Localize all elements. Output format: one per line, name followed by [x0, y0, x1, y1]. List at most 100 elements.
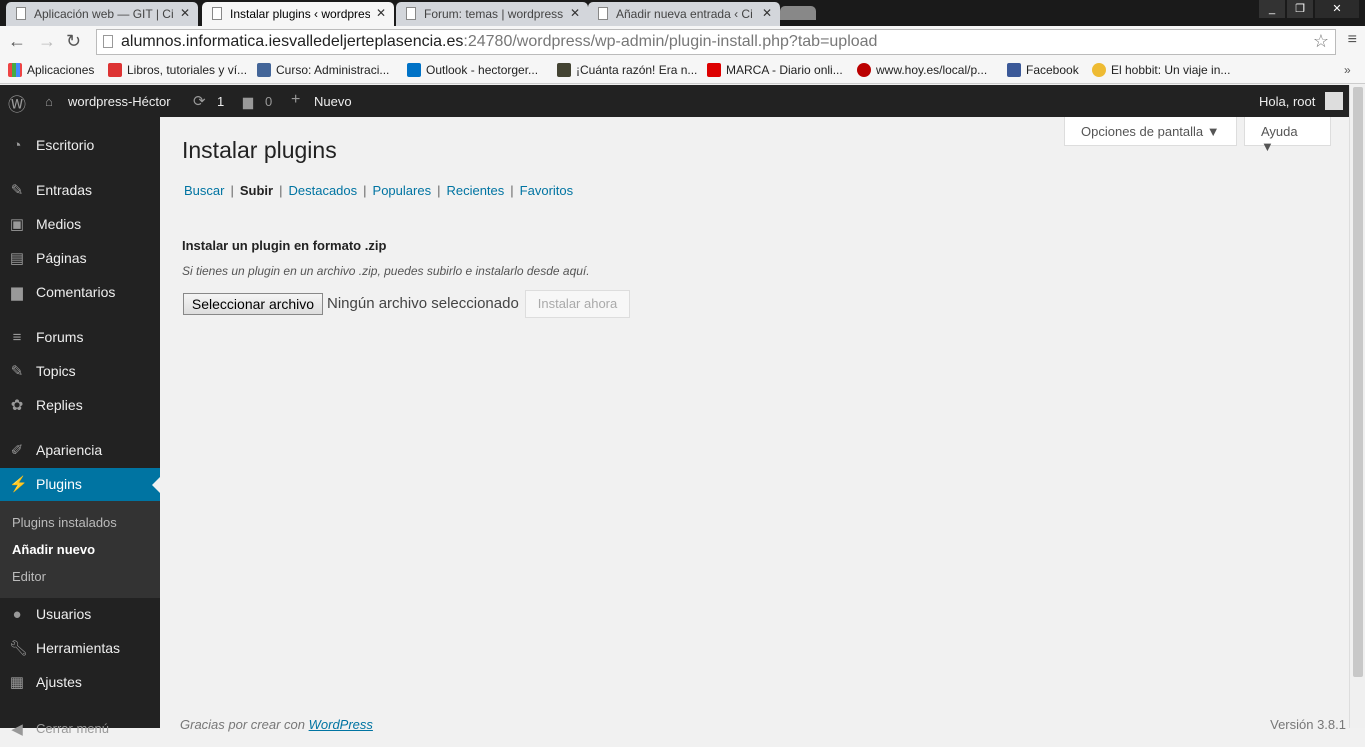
sidebar-item-plugins[interactable]: ⚡ Plugins [0, 468, 160, 502]
bookmarks-bar: Aplicaciones Libros, tutoriales y ví... … [0, 58, 1365, 84]
more-bookmarks-icon[interactable]: » [1344, 63, 1351, 77]
footer-version: Versión 3.8.1 [1270, 717, 1346, 732]
plugins-submenu: Plugins instalados Añadir nuevo Editor [0, 501, 160, 598]
reload-icon[interactable]: ↻ [66, 31, 81, 52]
minimize-icon[interactable]: _ [1259, 0, 1285, 18]
plugin-icon: ⚡ [9, 476, 28, 493]
forward-icon[interactable]: → [38, 31, 56, 52]
collapse-menu-button[interactable]: ◀ Cerrar menú [0, 713, 160, 747]
close-tab-icon[interactable]: ✕ [762, 6, 772, 20]
media-icon: ▣ [9, 216, 25, 233]
close-window-icon[interactable]: ✕ [1315, 0, 1359, 18]
users-icon: ● [12, 606, 22, 623]
sidebar-item-comentarios[interactable]: ▆ Comentarios [0, 276, 160, 310]
tab-buscar[interactable]: Buscar [184, 183, 224, 198]
forums-icon: ≡ [12, 329, 22, 346]
wrench-icon: 🔧︎ [9, 640, 29, 657]
sidebar-item-herramientas[interactable]: 🔧︎ Herramientas [0, 632, 160, 666]
upload-heading: Instalar un plugin en formato .zip [182, 238, 387, 253]
install-now-button[interactable]: Instalar ahora [525, 290, 630, 318]
screen-options-button[interactable]: Opciones de pantalla ▼ [1064, 117, 1237, 146]
tab-favoritos[interactable]: Favoritos [520, 183, 573, 198]
restore-icon[interactable]: ❐ [1287, 0, 1313, 18]
sidebar-item-ajustes[interactable]: ▦ Ajustes [0, 666, 160, 700]
site-name-link[interactable]: wordpress-Héctor [68, 94, 171, 109]
account-link[interactable]: Hola, root [1259, 94, 1315, 109]
file-status: Ningún archivo seleccionado [327, 295, 519, 312]
page-icon [406, 7, 416, 20]
help-button[interactable]: Ayuda ▼ [1244, 117, 1331, 154]
new-content-link[interactable]: Nuevo [314, 94, 352, 109]
bookmark[interactable]: Aplicaciones [8, 63, 94, 77]
sidebar-item-topics[interactable]: ✎ Topics [0, 355, 160, 389]
close-tab-icon[interactable]: ✕ [376, 6, 386, 20]
bookmark[interactable]: ¡Cuánta razón! Era n... [557, 63, 697, 77]
menu-icon[interactable]: ≡ [1348, 31, 1357, 49]
apps-icon [8, 63, 22, 77]
pin-icon: ✎ [10, 182, 24, 199]
browser-tab[interactable]: Aplicación web — GIT | Ci ✕ [6, 2, 198, 26]
browser-toolbar: ← → ↻ alumnos.informatica.iesvalledeljer… [0, 26, 1365, 58]
sidebar-item-medios[interactable]: ▣ Medios [0, 208, 160, 242]
scrollbar-thumb[interactable] [1353, 87, 1363, 677]
pages-icon: ▤ [9, 250, 25, 267]
sidebar-item-apariencia[interactable]: ✐ Apariencia [0, 434, 160, 468]
brush-icon: ✐ [10, 442, 24, 459]
facebook-icon [1007, 63, 1021, 77]
hobbit-icon [1092, 63, 1106, 77]
browser-tab[interactable]: Añadir nueva entrada ‹ Ci ✕ [588, 2, 780, 26]
tab-destacados[interactable]: Destacados [288, 183, 357, 198]
bookmark-star-icon[interactable]: ☆ [1313, 31, 1329, 52]
updates-count[interactable]: 1 [217, 94, 224, 109]
bookmark[interactable]: Facebook [1007, 63, 1079, 77]
address-bar[interactable]: alumnos.informatica.iesvalledeljerteplas… [96, 29, 1336, 55]
submenu-editor[interactable]: Editor [12, 569, 46, 584]
marca-icon [707, 63, 721, 77]
bookmark[interactable]: El hobbit: Un viaje in... [1092, 63, 1230, 77]
sidebar-item-escritorio[interactable]: ◔ Escritorio [0, 129, 160, 163]
bookmark[interactable]: www.hoy.es/local/p... [857, 63, 987, 77]
sidebar-item-paginas[interactable]: ▤ Páginas [0, 242, 160, 276]
comments-icon[interactable]: ▆ [243, 94, 253, 110]
plugin-install-tabs: Buscar | Subir | Destacados | Populares | Recien… [184, 183, 574, 198]
tab-populares[interactable]: Populares [373, 183, 432, 198]
browser-tab-active[interactable]: Instalar plugins ‹ wordpress ✕ [202, 2, 394, 26]
bookmark[interactable]: Curso: Administraci... [257, 63, 389, 77]
replies-icon: ✿ [10, 397, 24, 414]
bookmark[interactable]: MARCA - Diario onli... [707, 63, 843, 77]
comments-count[interactable]: 0 [265, 94, 272, 109]
page-icon [16, 7, 26, 20]
wordpress-link[interactable]: WordPress [309, 717, 373, 732]
back-icon[interactable]: ← [8, 31, 26, 52]
page-icon [103, 35, 113, 48]
wp-admin-bar: Ⓦ ⌂ wordpress-Héctor ⟳ 1 ▆ 0 + Nuevo Hol… [0, 85, 1349, 117]
topics-icon: ✎ [10, 363, 24, 380]
browser-tab[interactable]: Forum: temas | wordpress ✕ [396, 2, 588, 26]
collapse-icon: ◀ [11, 721, 23, 738]
updates-icon[interactable]: ⟳ [193, 92, 206, 110]
close-tab-icon[interactable]: ✕ [570, 6, 580, 20]
new-tab-button[interactable] [780, 6, 816, 20]
tab-subir[interactable]: Subir [240, 183, 273, 198]
image-icon [557, 63, 571, 77]
select-file-button[interactable]: Seleccionar archivo [183, 293, 323, 315]
settings-icon: ▦ [9, 674, 25, 691]
page-icon [598, 7, 608, 20]
sidebar-item-forums[interactable]: ≡ Forums [0, 321, 160, 355]
page-title: Instalar plugins [182, 137, 337, 163]
sidebar-item-usuarios[interactable]: ● Usuarios [0, 598, 160, 632]
bookmark[interactable]: Libros, tutoriales y ví... [108, 63, 247, 77]
close-tab-icon[interactable]: ✕ [180, 6, 190, 20]
page-icon [212, 7, 222, 20]
plus-icon: + [291, 91, 301, 108]
avatar[interactable] [1325, 92, 1343, 110]
sidebar-item-entradas[interactable]: ✎ Entradas [0, 174, 160, 208]
wordpress-logo-icon[interactable]: Ⓦ [8, 91, 26, 117]
book-icon [108, 63, 122, 77]
submenu-anadir-nuevo[interactable]: Añadir nuevo [12, 542, 95, 557]
bookmark[interactable]: Outlook - hectorger... [407, 63, 538, 77]
tab-recientes[interactable]: Recientes [446, 183, 504, 198]
scrollbar[interactable] [1349, 85, 1365, 728]
submenu-plugins-instalados[interactable]: Plugins instalados [12, 515, 117, 530]
sidebar-item-replies[interactable]: ✿ Replies [0, 389, 160, 423]
